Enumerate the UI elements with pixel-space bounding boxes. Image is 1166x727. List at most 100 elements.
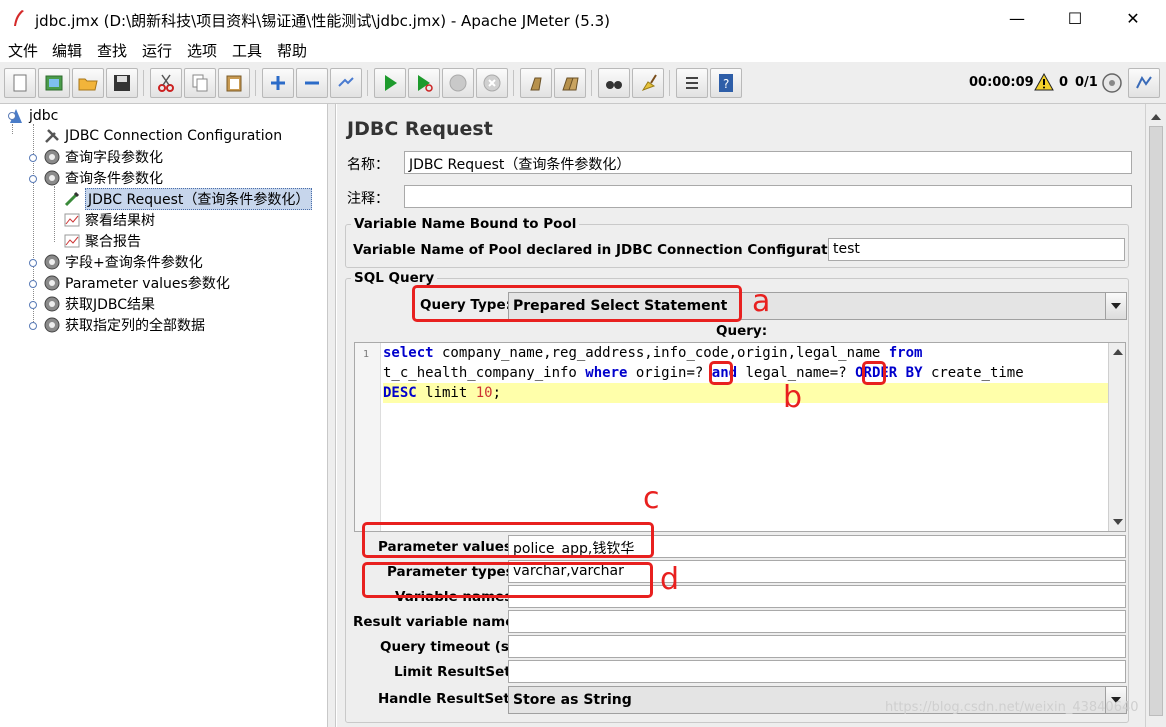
handle-resultset-label: Handle ResultSet: bbox=[378, 691, 516, 707]
tree-item-condition-param[interactable]: 查询条件参数化 bbox=[42, 168, 163, 188]
tree-node-label: 察看结果树 bbox=[85, 213, 155, 229]
annotation-box-a bbox=[412, 285, 742, 322]
annotation-label-c: c bbox=[643, 481, 660, 516]
menu-bar: 文件 编辑 查找 运行 选项 工具 帮助 bbox=[0, 38, 1166, 62]
collapse-all-icon[interactable] bbox=[296, 68, 328, 98]
clear-icon[interactable] bbox=[520, 68, 552, 98]
start-icon[interactable] bbox=[374, 68, 406, 98]
templates-icon[interactable] bbox=[38, 68, 70, 98]
gear-icon bbox=[42, 316, 62, 334]
pool-section-title: Variable Name Bound to Pool bbox=[351, 216, 580, 232]
expand-all-icon[interactable] bbox=[262, 68, 294, 98]
reset-search-broom-icon[interactable] bbox=[632, 68, 664, 98]
comment-label: 注释： bbox=[347, 191, 389, 207]
limit-label: Limit ResultSet: bbox=[394, 664, 517, 680]
split-pane-divider[interactable] bbox=[328, 104, 336, 727]
active-threads: 0/1 bbox=[1075, 75, 1098, 90]
tree-node-label: jdbc bbox=[29, 108, 59, 124]
expander-icon[interactable] bbox=[29, 280, 37, 288]
graph-icon bbox=[62, 232, 82, 250]
panel-scrollbar[interactable] bbox=[1145, 104, 1166, 727]
tree-item-view-results[interactable]: 察看结果树 bbox=[62, 210, 155, 230]
search-binoculars-icon[interactable] bbox=[598, 68, 630, 98]
copy-icon[interactable] bbox=[184, 68, 216, 98]
expander-icon[interactable] bbox=[29, 301, 37, 309]
menu-help[interactable]: 帮助 bbox=[277, 40, 307, 61]
tree-item-jdbc-connection[interactable]: JDBC Connection Configuration bbox=[42, 126, 282, 146]
stop-icon[interactable] bbox=[442, 68, 474, 98]
tree-item-jdbc-request[interactable]: JDBC Request（查询条件参数化） bbox=[62, 188, 313, 210]
status-indicator-icon bbox=[1101, 72, 1123, 94]
code-line-3: DESC limit 10; bbox=[383, 383, 1108, 403]
menu-file[interactable]: 文件 bbox=[8, 40, 38, 61]
menu-search[interactable]: 查找 bbox=[97, 40, 127, 61]
close-button[interactable]: ✕ bbox=[1121, 8, 1145, 30]
test-plan-tree: jdbc JDBC Connection Configuration 查询字段参… bbox=[0, 104, 328, 727]
toggle-icon[interactable] bbox=[330, 68, 362, 98]
pool-name-field[interactable]: test bbox=[828, 238, 1125, 261]
warning-count: 0 bbox=[1059, 75, 1069, 90]
tree-node-label: 获取JDBC结果 bbox=[65, 297, 156, 313]
elapsed-timer: 00:00:09 bbox=[969, 75, 1034, 90]
line-gutter: 1 bbox=[355, 343, 381, 531]
chevron-down-icon[interactable] bbox=[1105, 292, 1127, 320]
limit-field[interactable] bbox=[508, 660, 1126, 683]
timeout-label: Query timeout (s): bbox=[380, 639, 521, 655]
gear-icon bbox=[42, 295, 62, 313]
open-icon[interactable] bbox=[72, 68, 104, 98]
annotation-box-b2 bbox=[862, 361, 886, 385]
expander-icon[interactable] bbox=[29, 175, 37, 183]
result-var-field[interactable] bbox=[508, 610, 1126, 633]
annotation-label-b: b bbox=[783, 380, 803, 415]
save-icon[interactable] bbox=[106, 68, 138, 98]
maximize-button[interactable]: ☐ bbox=[1063, 8, 1087, 30]
menu-edit[interactable]: 编辑 bbox=[52, 40, 82, 61]
tree-item-get-column-data[interactable]: 获取指定列的全部数据 bbox=[42, 315, 205, 335]
start-no-pauses-icon[interactable] bbox=[408, 68, 440, 98]
log-viewer-icon[interactable] bbox=[1128, 68, 1160, 98]
minimize-button[interactable]: — bbox=[1005, 8, 1029, 30]
timeout-field[interactable] bbox=[508, 635, 1126, 658]
help-icon[interactable]: ? bbox=[710, 68, 742, 98]
warning-icon[interactable] bbox=[1034, 72, 1054, 91]
shutdown-icon[interactable] bbox=[476, 68, 508, 98]
tree-node-label: 获取指定列的全部数据 bbox=[65, 318, 205, 334]
name-label: 名称： bbox=[347, 157, 389, 173]
tree-item-get-jdbc-result[interactable]: 获取JDBC结果 bbox=[42, 294, 155, 314]
annotation-box-d bbox=[362, 562, 653, 598]
cut-icon[interactable] bbox=[150, 68, 182, 98]
tree-node-label: 查询条件参数化 bbox=[65, 171, 163, 187]
function-helper-icon[interactable] bbox=[676, 68, 708, 98]
svg-text:?: ? bbox=[723, 77, 729, 91]
wrench-icon bbox=[42, 127, 62, 145]
gear-icon bbox=[42, 274, 62, 292]
pipette-icon bbox=[62, 190, 82, 208]
paste-icon[interactable] bbox=[218, 68, 250, 98]
menu-options[interactable]: 选项 bbox=[187, 40, 217, 61]
sql-query-editor[interactable]: 1 select company_name,reg_address,info_c… bbox=[354, 342, 1126, 532]
clear-all-icon[interactable] bbox=[554, 68, 586, 98]
pool-label: Variable Name of Pool declared in JDBC C… bbox=[353, 242, 857, 258]
menu-run[interactable]: 运行 bbox=[142, 40, 172, 61]
expander-icon[interactable] bbox=[29, 322, 37, 330]
tree-node-label: 聚合报告 bbox=[85, 234, 141, 250]
watermark-text: https://blog.csdn.net/weixin_43840640 bbox=[885, 700, 1139, 715]
title-bar: jdbc.jmx (D:\朗新科技\项目资料\锡证通\性能测试\jdbc.jmx… bbox=[0, 0, 1166, 38]
expander-icon[interactable] bbox=[8, 112, 16, 120]
name-field[interactable]: JDBC Request（查询条件参数化） bbox=[404, 151, 1132, 174]
query-label: Query: bbox=[716, 323, 768, 339]
expander-icon[interactable] bbox=[29, 259, 37, 267]
tree-item-aggregate-report[interactable]: 聚合报告 bbox=[62, 231, 141, 251]
tree-item-parameter-values[interactable]: Parameter values参数化 bbox=[42, 273, 230, 293]
expander-icon[interactable] bbox=[29, 154, 37, 162]
gear-icon bbox=[42, 148, 62, 166]
tree-item-field-param[interactable]: 查询字段参数化 bbox=[42, 147, 163, 167]
jdbc-request-panel: JDBC Request 名称： JDBC Request（查询条件参数化） 注… bbox=[337, 104, 1145, 727]
tree-item-field-condition-param[interactable]: 字段+查询条件参数化 bbox=[42, 252, 203, 272]
tree-node-label: JDBC Request（查询条件参数化） bbox=[85, 188, 313, 210]
new-icon[interactable] bbox=[4, 68, 36, 98]
editor-scrollbar[interactable] bbox=[1108, 343, 1125, 531]
line-number: 1 bbox=[363, 349, 370, 360]
comment-field[interactable] bbox=[404, 185, 1132, 208]
menu-tools[interactable]: 工具 bbox=[232, 40, 262, 61]
